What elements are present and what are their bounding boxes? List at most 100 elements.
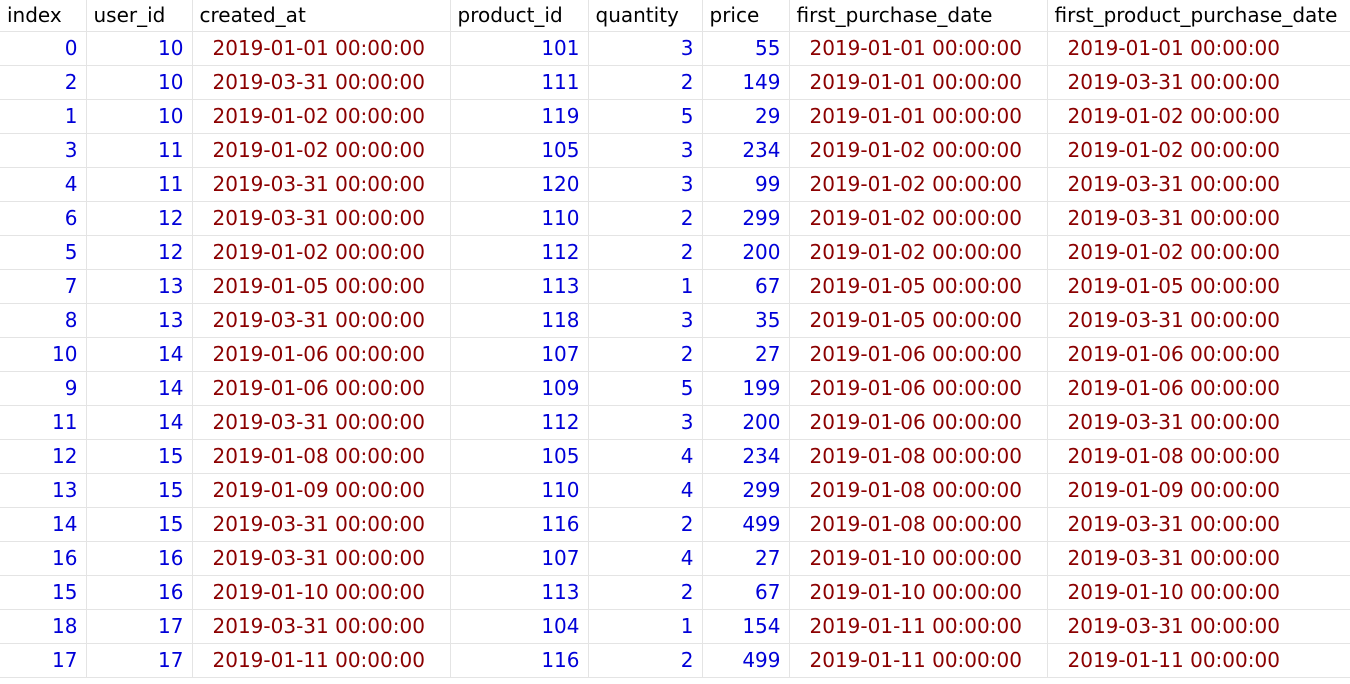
column-header-created-at[interactable]: created_at bbox=[192, 0, 451, 32]
column-header-product-id[interactable]: product_id bbox=[450, 0, 589, 32]
cell-created-at[interactable]: 2019-03-31 00:00:00 bbox=[192, 541, 451, 576]
cell-price[interactable]: 55 bbox=[702, 31, 790, 66]
table-row[interactable]: 1 10 2019-01-02 00:00:00 119 5 29 2019-01-01 0… bbox=[0, 99, 1350, 134]
cell-product-id[interactable]: 118 bbox=[450, 303, 589, 338]
cell-first-product-purchase-date[interactable]: 2019-01-02 00:00:00 bbox=[1047, 235, 1350, 270]
cell-product-id[interactable]: 116 bbox=[450, 507, 589, 542]
cell-quantity[interactable]: 3 bbox=[588, 405, 703, 440]
cell-product-id[interactable]: 119 bbox=[450, 99, 589, 134]
cell-user-id[interactable]: 15 bbox=[86, 439, 193, 474]
table-row[interactable]: 14 15 2019-03-31 00:00:00 116 2 499 2019-01-08… bbox=[0, 507, 1350, 542]
column-header-first-product-purchase-date[interactable]: first_product_purchase_date bbox=[1047, 0, 1350, 32]
cell-user-id[interactable]: 15 bbox=[86, 473, 193, 508]
cell-user-id[interactable]: 12 bbox=[86, 201, 193, 236]
cell-user-id[interactable]: 13 bbox=[86, 303, 193, 338]
cell-first-product-purchase-date[interactable]: 2019-03-31 00:00:00 bbox=[1047, 541, 1350, 576]
cell-user-id[interactable]: 17 bbox=[86, 643, 193, 678]
cell-first-product-purchase-date[interactable]: 2019-03-31 00:00:00 bbox=[1047, 303, 1350, 338]
cell-price[interactable]: 299 bbox=[702, 201, 790, 236]
cell-product-id[interactable]: 109 bbox=[450, 371, 589, 406]
cell-first-product-purchase-date[interactable]: 2019-03-31 00:00:00 bbox=[1047, 507, 1350, 542]
cell-created-at[interactable]: 2019-01-06 00:00:00 bbox=[192, 337, 451, 372]
table-row[interactable]: 2 10 2019-03-31 00:00:00 111 2 149 2019-01-01 … bbox=[0, 65, 1350, 100]
cell-product-id[interactable]: 101 bbox=[450, 31, 589, 66]
cell-created-at[interactable]: 2019-01-10 00:00:00 bbox=[192, 575, 451, 610]
cell-created-at[interactable]: 2019-01-06 00:00:00 bbox=[192, 371, 451, 406]
cell-product-id[interactable]: 105 bbox=[450, 439, 589, 474]
cell-first-product-purchase-date[interactable]: 2019-01-08 00:00:00 bbox=[1047, 439, 1350, 474]
cell-first-purchase-date[interactable]: 2019-01-11 00:00:00 bbox=[789, 643, 1048, 678]
table-row[interactable]: 0 10 2019-01-01 00:00:00 101 3 55 2019-01-01 0… bbox=[0, 31, 1350, 66]
cell-product-id[interactable]: 107 bbox=[450, 541, 589, 576]
cell-quantity[interactable]: 1 bbox=[588, 269, 703, 304]
cell-quantity[interactable]: 1 bbox=[588, 609, 703, 644]
cell-created-at[interactable]: 2019-01-05 00:00:00 bbox=[192, 269, 451, 304]
column-header-price[interactable]: price bbox=[702, 0, 790, 32]
cell-price[interactable]: 234 bbox=[702, 439, 790, 474]
cell-first-purchase-date[interactable]: 2019-01-02 00:00:00 bbox=[789, 133, 1048, 168]
cell-first-purchase-date[interactable]: 2019-01-01 00:00:00 bbox=[789, 31, 1048, 66]
cell-created-at[interactable]: 2019-01-02 00:00:00 bbox=[192, 133, 451, 168]
cell-user-id[interactable]: 10 bbox=[86, 99, 193, 134]
cell-price[interactable]: 29 bbox=[702, 99, 790, 134]
cell-first-product-purchase-date[interactable]: 2019-03-31 00:00:00 bbox=[1047, 201, 1350, 236]
table-row[interactable]: 17 17 2019-01-11 00:00:00 116 2 499 2019-01-11… bbox=[0, 643, 1350, 678]
table-row[interactable]: 4 11 2019-03-31 00:00:00 120 3 99 2019-01-02 0… bbox=[0, 167, 1350, 202]
cell-price[interactable]: 499 bbox=[702, 507, 790, 542]
cell-user-id[interactable]: 14 bbox=[86, 337, 193, 372]
cell-price[interactable]: 154 bbox=[702, 609, 790, 644]
cell-index[interactable]: 1 bbox=[0, 99, 87, 134]
cell-quantity[interactable]: 2 bbox=[588, 507, 703, 542]
cell-first-product-purchase-date[interactable]: 2019-01-06 00:00:00 bbox=[1047, 337, 1350, 372]
cell-created-at[interactable]: 2019-03-31 00:00:00 bbox=[192, 303, 451, 338]
cell-quantity[interactable]: 3 bbox=[588, 167, 703, 202]
cell-created-at[interactable]: 2019-03-31 00:00:00 bbox=[192, 65, 451, 100]
cell-first-purchase-date[interactable]: 2019-01-06 00:00:00 bbox=[789, 337, 1048, 372]
cell-quantity[interactable]: 2 bbox=[588, 65, 703, 100]
cell-index[interactable]: 0 bbox=[0, 31, 87, 66]
cell-product-id[interactable]: 107 bbox=[450, 337, 589, 372]
cell-first-product-purchase-date[interactable]: 2019-01-11 00:00:00 bbox=[1047, 643, 1350, 678]
cell-first-purchase-date[interactable]: 2019-01-08 00:00:00 bbox=[789, 439, 1048, 474]
cell-product-id[interactable]: 113 bbox=[450, 575, 589, 610]
table-row[interactable]: 11 14 2019-03-31 00:00:00 112 3 200 2019-01-06… bbox=[0, 405, 1350, 440]
cell-price[interactable]: 67 bbox=[702, 575, 790, 610]
cell-index[interactable]: 13 bbox=[0, 473, 87, 508]
cell-user-id[interactable]: 11 bbox=[86, 133, 193, 168]
cell-first-purchase-date[interactable]: 2019-01-08 00:00:00 bbox=[789, 507, 1048, 542]
cell-created-at[interactable]: 2019-01-11 00:00:00 bbox=[192, 643, 451, 678]
cell-quantity[interactable]: 5 bbox=[588, 371, 703, 406]
cell-first-product-purchase-date[interactable]: 2019-03-31 00:00:00 bbox=[1047, 405, 1350, 440]
table-row[interactable]: 12 15 2019-01-08 00:00:00 105 4 234 2019-01-08… bbox=[0, 439, 1350, 474]
cell-user-id[interactable]: 11 bbox=[86, 167, 193, 202]
table-row[interactable]: 3 11 2019-01-02 00:00:00 105 3 234 2019-01-02 … bbox=[0, 133, 1350, 168]
cell-index[interactable]: 5 bbox=[0, 235, 87, 270]
cell-price[interactable]: 499 bbox=[702, 643, 790, 678]
cell-price[interactable]: 35 bbox=[702, 303, 790, 338]
cell-first-purchase-date[interactable]: 2019-01-05 00:00:00 bbox=[789, 303, 1048, 338]
cell-price[interactable]: 67 bbox=[702, 269, 790, 304]
cell-first-purchase-date[interactable]: 2019-01-02 00:00:00 bbox=[789, 235, 1048, 270]
cell-user-id[interactable]: 10 bbox=[86, 65, 193, 100]
cell-index[interactable]: 6 bbox=[0, 201, 87, 236]
cell-quantity[interactable]: 3 bbox=[588, 303, 703, 338]
cell-first-purchase-date[interactable]: 2019-01-01 00:00:00 bbox=[789, 99, 1048, 134]
cell-first-product-purchase-date[interactable]: 2019-03-31 00:00:00 bbox=[1047, 65, 1350, 100]
cell-user-id[interactable]: 16 bbox=[86, 575, 193, 610]
cell-created-at[interactable]: 2019-01-09 00:00:00 bbox=[192, 473, 451, 508]
cell-user-id[interactable]: 13 bbox=[86, 269, 193, 304]
cell-index[interactable]: 4 bbox=[0, 167, 87, 202]
cell-index[interactable]: 14 bbox=[0, 507, 87, 542]
cell-index[interactable]: 18 bbox=[0, 609, 87, 644]
cell-first-product-purchase-date[interactable]: 2019-01-10 00:00:00 bbox=[1047, 575, 1350, 610]
cell-quantity[interactable]: 3 bbox=[588, 31, 703, 66]
cell-quantity[interactable]: 4 bbox=[588, 439, 703, 474]
cell-index[interactable]: 7 bbox=[0, 269, 87, 304]
cell-first-purchase-date[interactable]: 2019-01-11 00:00:00 bbox=[789, 609, 1048, 644]
table-row[interactable]: 18 17 2019-03-31 00:00:00 104 1 154 2019-01-11… bbox=[0, 609, 1350, 644]
cell-user-id[interactable]: 17 bbox=[86, 609, 193, 644]
cell-first-product-purchase-date[interactable]: 2019-03-31 00:00:00 bbox=[1047, 167, 1350, 202]
table-row[interactable]: 6 12 2019-03-31 00:00:00 110 2 299 2019-01-02 … bbox=[0, 201, 1350, 236]
cell-user-id[interactable]: 16 bbox=[86, 541, 193, 576]
table-row[interactable]: 7 13 2019-01-05 00:00:00 113 1 67 2019-01-05 0… bbox=[0, 269, 1350, 304]
